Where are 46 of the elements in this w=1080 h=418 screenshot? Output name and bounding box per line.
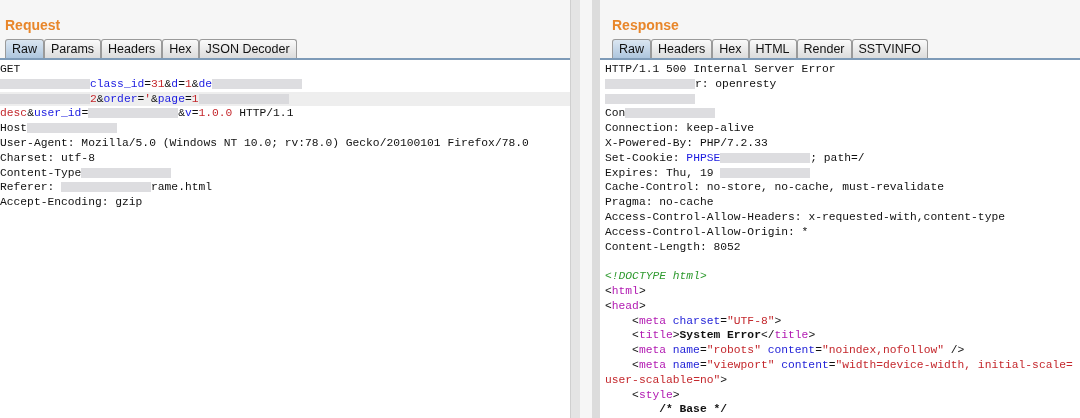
code-line: <!DOCTYPE html>: [605, 269, 707, 284]
pane-title: Response: [612, 16, 679, 35]
tab[interactable]: HTML: [748, 39, 797, 58]
tab[interactable]: Headers: [101, 39, 163, 58]
code-editor[interactable]: [600, 60, 1080, 418]
code-line: desc&user_id= &v=1.0.0 HTTP/1.1: [0, 106, 294, 122]
code-line: Content-Type: [0, 165, 172, 181]
code-line: GET: [0, 62, 21, 77]
code-line: X-Powered-By: PHP/7.2.33: [605, 136, 768, 151]
tab[interactable]: Hex: [712, 39, 749, 58]
code-line: Pragma: no-cache: [605, 195, 714, 210]
pane-title: Request: [5, 16, 61, 35]
code-line: user-scalable=no">: [605, 372, 728, 388]
tab[interactable]: SSTVINFO: [851, 39, 929, 58]
code-line: <style>: [631, 387, 680, 403]
scrollbar[interactable]: [570, 0, 580, 418]
code-line: User-Agent: Mozilla/5.0 (Windows NT 10.0; rv:78.0) Gecko/20100101 Firefox/78.0: [0, 136, 529, 151]
code-line: Content-Length: 8052: [605, 239, 741, 255]
code-line: Set-Cookie: PHPSE ; path=/: [605, 150, 865, 166]
code-line: <html>: [605, 283, 646, 299]
code-line: <meta charset="UTF-8">: [631, 313, 782, 329]
code-line: Charset: utf-8: [0, 150, 95, 166]
code-line: Access-Control-Allow-Headers: x-requested-with,content-type: [605, 209, 1005, 225]
code-line: /* Base */: [658, 402, 727, 418]
tab[interactable]: Raw: [5, 39, 44, 58]
tab[interactable]: Render: [796, 39, 852, 58]
code-line: class_id=31&d=1&de: [0, 76, 303, 92]
tab[interactable]: JSON Decoder: [198, 39, 297, 58]
code-line: <head>: [605, 298, 646, 314]
scrollbar[interactable]: [592, 0, 600, 418]
code-line: Expires: Thu, 19: [605, 165, 811, 181]
code-line: Accept-Encoding: gzip: [0, 195, 143, 210]
tab[interactable]: Raw: [612, 39, 651, 58]
tab[interactable]: Headers: [651, 39, 713, 58]
code-line: <meta name="robots" content="noindex,nofollow" />: [631, 343, 965, 358]
code-line: Referer: rame.html: [0, 180, 213, 196]
code-line: Access-Control-Allow-Origin: *: [605, 224, 809, 240]
tab[interactable]: Hex: [162, 39, 199, 58]
code-line: Host: [0, 121, 118, 136]
code-line: HTTP/1.1 500 Internal Server Error: [605, 62, 836, 77]
code-line: Connection: keep-alive: [605, 121, 755, 136]
code-line: <title>System Error</title>: [631, 328, 816, 344]
code-line: r: openresty: [605, 76, 777, 92]
code-line: Cache-Control: no-store, no-cache, must-revalidate: [605, 180, 944, 196]
code-line: <meta name="viewport" content="width=device-width, initial-scale=: [631, 357, 1073, 373]
tab[interactable]: Params: [44, 39, 102, 58]
